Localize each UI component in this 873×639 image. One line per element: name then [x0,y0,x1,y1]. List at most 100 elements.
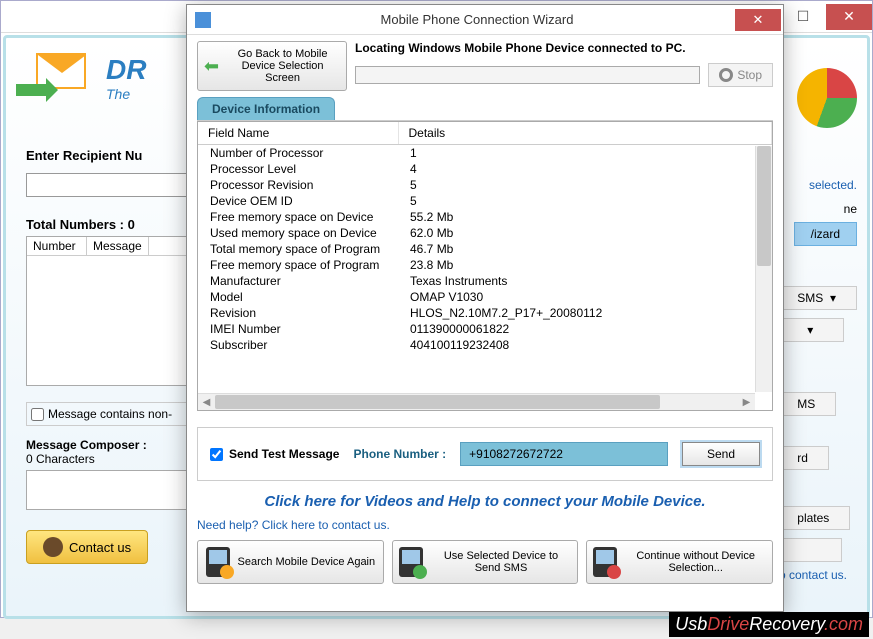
cell-detail: 23.8 Mb [398,257,772,273]
logo-text: DR [106,54,146,86]
plates-button[interactable]: plates [776,506,850,530]
cell-field: Processor Revision [198,177,398,193]
scroll-left-icon[interactable]: ◀ [198,394,215,410]
composer-label: Message Composer : [26,438,196,452]
cell-detail: 011390000061822 [398,321,772,337]
wizard-pill[interactable]: /izard [794,222,857,246]
vertical-scrollbar[interactable] [755,146,772,392]
right-ne: ne [776,202,857,216]
cell-field: Free memory space on Device [198,209,398,225]
cell-detail: 62.0 Mb [398,225,772,241]
cell-field: Free memory space of Program [198,257,398,273]
recipient-label: Enter Recipient Nu [26,148,196,163]
table-row[interactable]: Processor Level4 [198,161,772,177]
composer-textarea[interactable] [26,470,196,510]
close-button[interactable]: ✕ [826,4,872,30]
horizontal-scrollbar[interactable]: ◀ ▶ [198,393,755,410]
use-device-button[interactable]: Use Selected Device to Send SMS [392,540,579,584]
cell-field: Manufacturer [198,273,398,289]
phone-number-label: Phone Number : [353,447,446,461]
cell-field: Device OEM ID [198,193,398,209]
sms-dropdown[interactable]: SMS ▾ [776,286,857,310]
left-column: Enter Recipient Nu Total Numbers : 0 Num… [26,148,196,564]
col-message[interactable]: Message [87,237,149,255]
table-row[interactable]: Processor Revision5 [198,177,772,193]
cell-detail: 5 [398,193,772,209]
wizard-close-button[interactable]: ✕ [735,9,781,31]
video-help-link[interactable]: Click here for Videos and Help to connec… [197,493,773,510]
branding-watermark: UsbDriveRecovery.com [669,612,869,637]
table-row[interactable]: Used memory space on Device62.0 Mb [198,225,772,241]
table-row[interactable]: Total memory space of Program46.7 Mb [198,241,772,257]
tab-strip: Device Information [197,97,773,121]
selected-text: selected. [776,178,857,192]
table-row[interactable]: ManufacturerTexas Instruments [198,273,772,289]
table-row[interactable]: Free memory space on Device55.2 Mb [198,209,772,225]
contact-us-button[interactable]: Contact us [26,530,148,564]
logo-subtitle: The [106,86,146,102]
phone-x-icon [593,547,617,577]
cell-field: IMEI Number [198,321,398,337]
table-row[interactable]: Number of Processor1 [198,145,772,162]
table-row[interactable]: RevisionHLOS_N2.10M7.2_P17+_20080112 [198,305,772,321]
right-column: selected. ne /izard SMS ▾ ▾ MS rd plates [776,178,857,562]
search-device-button[interactable]: Search Mobile Device Again [197,540,384,584]
cell-field: Used memory space on Device [198,225,398,241]
contact-us-link[interactable]: Need help? Click here to contact us. [197,518,773,532]
ms-button[interactable]: MS [776,392,836,416]
send-button[interactable]: Send [682,442,760,466]
wizard-titlebar[interactable]: Mobile Phone Connection Wizard ✕ [187,5,783,35]
connection-wizard-dialog: Mobile Phone Connection Wizard ✕ ⬅ Go Ba… [186,4,784,612]
go-back-button[interactable]: ⬅ Go Back to Mobile Device Selection Scr… [197,41,347,91]
send-test-check-input[interactable] [210,448,223,461]
locating-label: Locating Windows Mobile Phone Device con… [355,41,773,55]
message-contains-checkbox[interactable]: Message contains non- [26,402,196,426]
send-test-panel: Send Test Message Phone Number : Send [197,427,773,481]
table-row[interactable]: ModelOMAP V1030 [198,289,772,305]
scroll-right-icon[interactable]: ▶ [738,394,755,410]
maximize-button[interactable]: ☐ [780,4,826,30]
empty-button[interactable] [776,538,841,562]
cell-detail: 404100119232408 [398,337,772,353]
msg-contains-check[interactable] [31,408,44,421]
composer-char-count: 0 Characters [26,452,196,466]
send-test-checkbox[interactable]: Send Test Message [210,447,339,461]
cell-field: Total memory space of Program [198,241,398,257]
cell-detail: 46.7 Mb [398,241,772,257]
dropdown-2[interactable]: ▾ [776,318,844,342]
cell-field: Subscriber [198,337,398,353]
cell-detail: 55.2 Mb [398,209,772,225]
hscroll-thumb[interactable] [215,395,660,409]
col-details[interactable]: Details [398,122,772,145]
stop-button[interactable]: Stop [708,63,773,87]
table-row[interactable]: IMEI Number011390000061822 [198,321,772,337]
table-row[interactable]: Subscriber404100119232408 [198,337,772,353]
cell-field: Revision [198,305,398,321]
cell-detail: 1 [398,145,772,162]
cell-detail: HLOS_N2.10M7.2_P17+_20080112 [398,305,772,321]
wizard-title: Mobile Phone Connection Wizard [219,12,735,27]
cell-field: Model [198,289,398,305]
cell-field: Processor Level [198,161,398,177]
table-row[interactable]: Device OEM ID5 [198,193,772,209]
stop-icon [719,68,733,82]
continue-without-button[interactable]: Continue without Device Selection... [586,540,773,584]
device-info-table: Field Name Details Number of Processor1P… [198,122,772,353]
total-numbers-label: Total Numbers : 0 [26,217,196,232]
cell-detail: OMAP V1030 [398,289,772,305]
table-row[interactable]: Free memory space of Program23.8 Mb [198,257,772,273]
device-info-table-container: Field Name Details Number of Processor1P… [197,121,773,411]
rd-button[interactable]: rd [776,446,829,470]
envelope-logo-icon [16,48,96,108]
recipient-input[interactable] [26,173,196,197]
col-field-name[interactable]: Field Name [198,122,398,145]
tab-device-information[interactable]: Device Information [197,97,335,120]
cell-detail: 5 [398,177,772,193]
scroll-thumb[interactable] [757,146,771,266]
numbers-table: Number Message [26,236,196,386]
phone-search-icon [206,547,230,577]
wizard-app-icon [195,12,211,28]
cell-detail: 4 [398,161,772,177]
phone-number-input[interactable] [460,442,668,466]
col-number[interactable]: Number [27,237,87,255]
